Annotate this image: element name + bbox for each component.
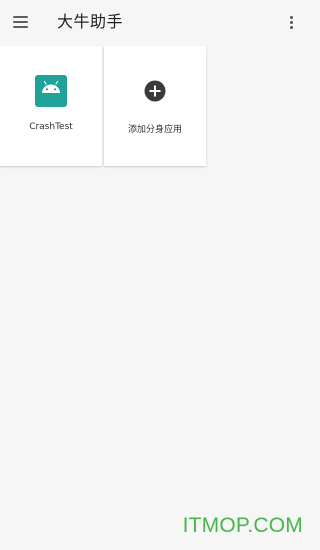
add-clone-app-label: 添加分身应用: [127, 125, 182, 135]
app-title: 大牛助手: [57, 12, 124, 31]
more-vert-icon[interactable]: [285, 13, 297, 31]
app-label-crashtest: CrashTest: [29, 122, 73, 132]
android-icon: [35, 75, 67, 107]
add-circle-icon: [144, 80, 166, 102]
app-bar: 大牛助手: [0, 0, 309, 44]
add-clone-app-card[interactable]: 添加分身应用: [104, 46, 206, 166]
hamburger-menu-icon[interactable]: [11, 13, 31, 31]
app-grid: CrashTest 添加分身应用: [0, 46, 206, 167]
watermark: ITMOP.COM: [182, 514, 303, 537]
app-card-crashtest[interactable]: CrashTest: [0, 46, 102, 166]
